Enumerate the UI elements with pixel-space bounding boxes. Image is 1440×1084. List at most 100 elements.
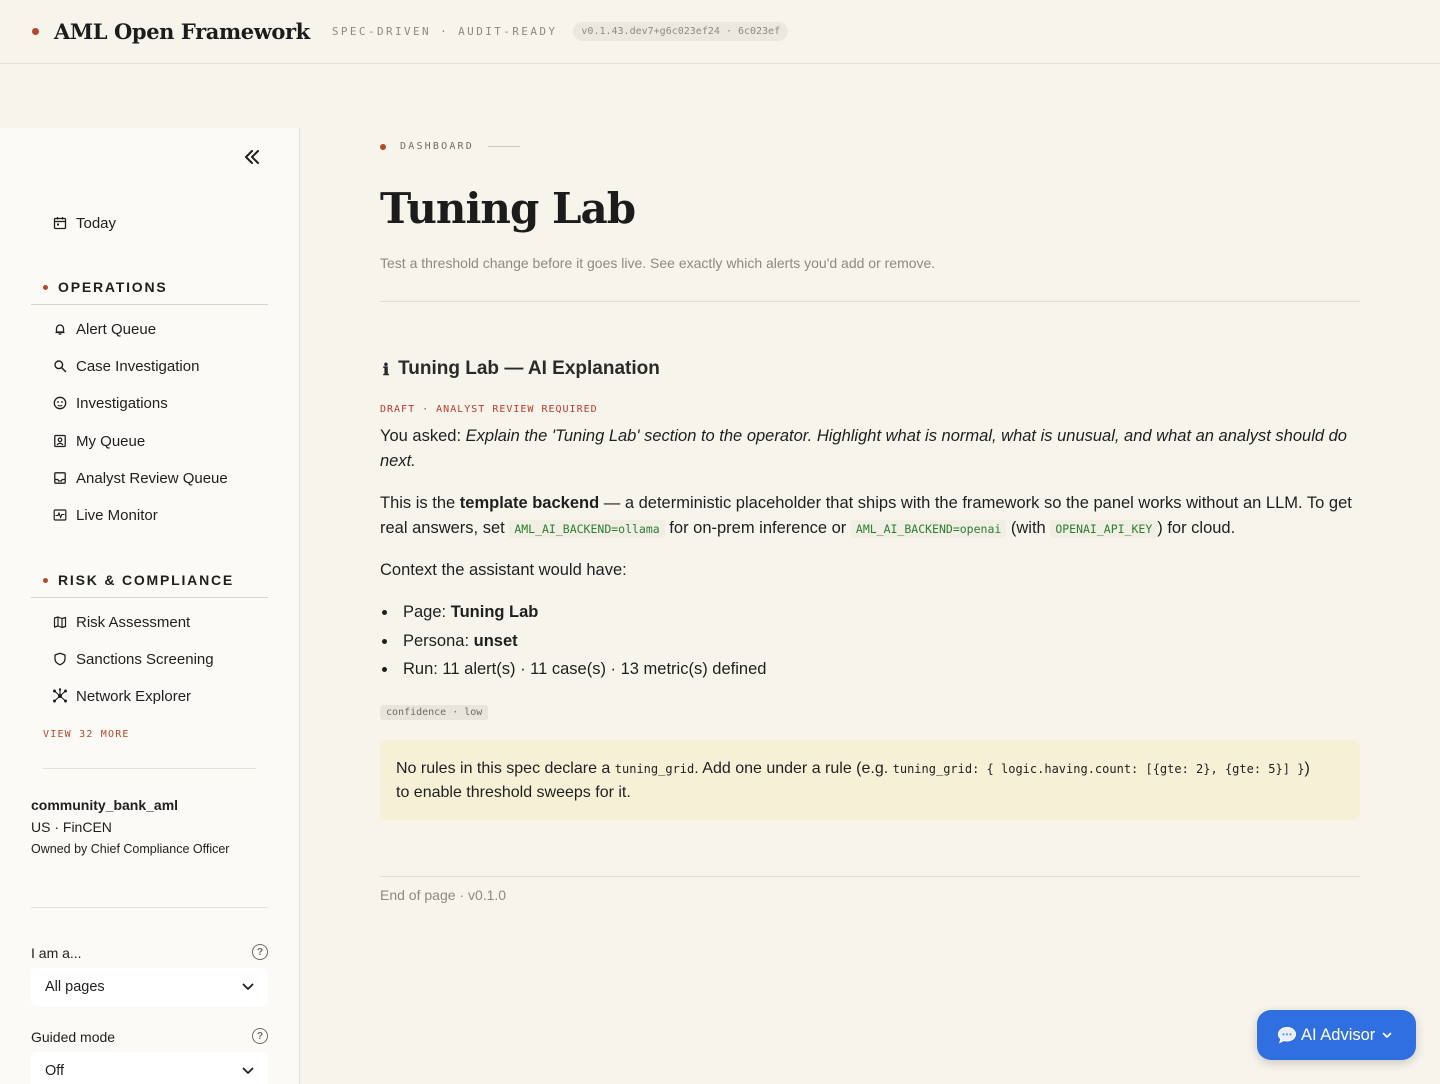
sidebar-item-label: Today [76,214,117,232]
breadcrumb-dot [380,143,386,150]
text-run: This is the [380,494,460,512]
sidebar-divider [43,768,256,769]
list-item: Persona: unset [380,629,766,658]
user-badge-icon [52,433,68,449]
sidebar-item-label: Analyst Review Queue [76,469,228,487]
calendar-icon [52,215,68,231]
sidebar-divider [31,907,268,908]
ai-advisor-button[interactable]: AI Advisor [1257,1010,1416,1060]
text-run: ) [1304,760,1310,777]
persona-select[interactable]: All pages [31,968,268,1006]
shield-icon [52,651,68,667]
section-dot [43,577,48,583]
double-chevron-left-icon [245,150,259,164]
activity-monitor-icon [52,507,68,523]
sidebar: Today OPERATIONS Alert Queue Case Invest… [0,128,300,1084]
footer-divider [380,876,1360,877]
sidebar-item-label: Sanctions Screening [76,650,214,668]
inbox-icon [52,470,68,486]
persona-select-value: All pages [45,979,105,995]
ai-explanation-title-text: Tuning Lab — AI Explanation [398,358,660,379]
persona-label: I am a... [31,945,82,961]
notice-line: No rules in this spec declare a tuning_g… [396,757,1344,781]
search-icon [52,358,68,374]
section-title: RISK & COMPLIANCE [58,572,235,588]
top-bar: AML Open Framework SPEC-DRIVEN · AUDIT-R… [0,0,1440,64]
org-region: US · FinCEN [31,819,112,835]
speech-bubble-icon [1277,1026,1297,1044]
ai-advisor-label: AI Advisor [1301,1025,1376,1044]
text-run: No rules in this spec declare a [396,760,615,777]
sidebar-item-investigations[interactable]: Investigations [52,392,168,414]
view-more-link[interactable]: VIEW 32 MORE [43,729,130,740]
page-title: Tuning Lab [380,184,636,233]
org-name: community_bank_aml [31,797,179,813]
sidebar-item-alert-queue[interactable]: Alert Queue [52,318,156,340]
list-item: Run: 11 alert(s) · 11 case(s) · 13 metri… [380,657,766,686]
tuning-grid-notice: No rules in this spec declare a tuning_g… [380,740,1360,820]
page-subtitle: Test a threshold change before it goes l… [380,255,936,271]
text-run: . Add one under a rule (e.g. [694,760,893,777]
persona-help-icon[interactable]: ? [252,944,268,960]
list-item: Page: Tuning Lab [380,600,766,629]
ai-explanation-title: ℹ Tuning Lab — AI Explanation [380,358,660,380]
env-var-api-key: OPENAI_API_KEY [1050,520,1158,538]
bell-icon [52,321,68,337]
ai-backend-explanation: This is the template backend — a determi… [380,491,1362,542]
ai-question: You asked: Explain the 'Tuning Lab' sect… [380,424,1362,474]
text-run: Page: [403,603,451,621]
sidebar-item-label: Live Monitor [76,506,158,524]
template-backend-emphasis: template backend [459,494,600,512]
info-icon: ℹ [383,359,390,379]
sidebar-item-label: My Queue [76,432,146,450]
sidebar-item-today[interactable]: Today [52,212,116,234]
org-owner: Owned by Chief Compliance Officer [31,842,230,856]
sidebar-item-risk-assessment[interactable]: Risk Assessment [52,611,190,633]
breadcrumb-rule [488,146,520,147]
network-graph-icon [52,688,68,704]
breadcrumb: DASHBOARD [380,141,520,152]
code-tuning-grid-example: tuning_grid: { logic.having.count: [{gte… [892,762,1305,776]
map-icon [52,614,68,630]
context-page-value: Tuning Lab [450,603,539,621]
tagline: SPEC-DRIVEN · AUDIT-READY [331,25,558,38]
collapse-sidebar-button[interactable] [241,145,263,169]
sidebar-item-label: Alert Queue [76,320,157,338]
section-operations: OPERATIONS [31,279,268,305]
text-run: ) for cloud. [1157,519,1236,537]
context-run-value: Run: 11 alert(s) · 11 case(s) · 13 metri… [403,660,767,678]
section-title: OPERATIONS [58,279,168,295]
env-var-ollama: AML_AI_BACKEND=ollama [509,520,665,538]
text-run: (with [1006,519,1051,537]
sidebar-item-network-explorer[interactable]: Network Explorer [52,685,191,707]
guided-mode-help-icon[interactable]: ? [252,1028,268,1044]
guided-mode-label: Guided mode [31,1029,116,1045]
sidebar-item-analyst-review-queue[interactable]: Analyst Review Queue [52,467,228,489]
context-heading: Context the assistant would have: [380,561,627,579]
sidebar-item-label: Network Explorer [76,687,192,705]
sidebar-item-label: Risk Assessment [76,613,191,631]
guided-mode-select-value: Off [45,1063,65,1079]
guided-mode-select[interactable]: Off [31,1052,268,1084]
ai-question-prefix: You asked: [380,427,466,445]
sidebar-item-label: Investigations [76,394,168,412]
chevron-down-icon [1382,1032,1392,1038]
brand-title[interactable]: AML Open Framework [54,19,310,44]
confidence-badge: confidence · low [380,705,489,720]
notice-line: to enable threshold sweeps for it. [396,784,631,801]
chevron-down-icon [242,1067,254,1074]
text-run: for on-prem inference or [664,519,851,537]
sidebar-item-case-investigation[interactable]: Case Investigation [52,355,199,377]
text-run: Persona: [403,631,474,650]
sidebar-item-my-queue[interactable]: My Queue [52,430,145,452]
breadcrumb-label[interactable]: DASHBOARD [400,141,474,152]
sidebar-item-sanctions-screening[interactable]: Sanctions Screening [52,648,214,670]
version-badge: v0.1.43.dev7+g6c023ef24 · 6c023ef [573,22,789,41]
brand-dot [32,28,39,35]
end-of-page: End of page · v0.1.0 [380,887,507,903]
page-divider [380,301,1360,302]
context-persona-value: unset [473,631,518,650]
face-icon [52,395,68,411]
sidebar-item-live-monitor[interactable]: Live Monitor [52,504,158,526]
context-list: Page: Tuning Lab Persona: unset Run: 11 … [380,600,766,686]
